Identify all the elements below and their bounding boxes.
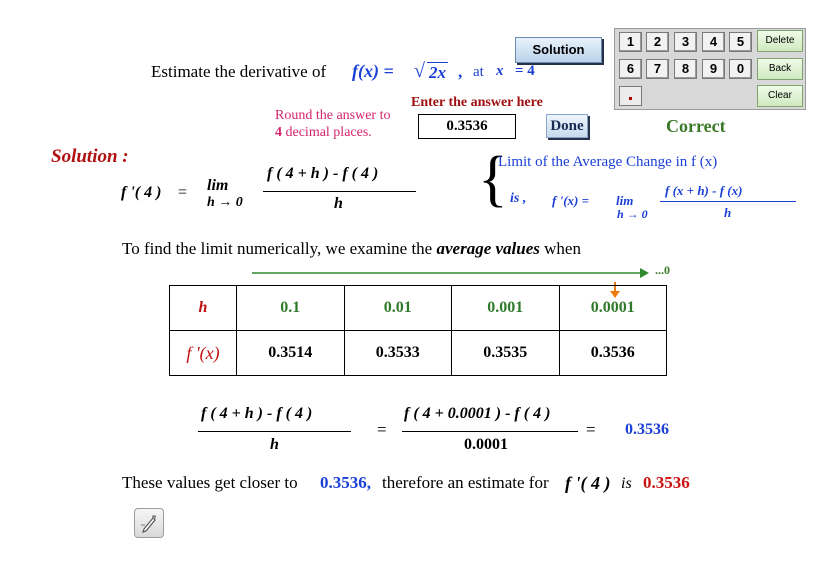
table-cell: 0.01 bbox=[343, 285, 452, 331]
note-fraction-bar bbox=[660, 201, 796, 202]
key-7[interactable]: 7 bbox=[646, 59, 669, 79]
result-status: Correct bbox=[666, 116, 726, 136]
round-instruction-line1: Round the answer to bbox=[275, 108, 391, 123]
table-cell: 0.3535 bbox=[451, 330, 560, 376]
question-prefix: Estimate the derivative of bbox=[151, 62, 327, 81]
question-at: at bbox=[473, 64, 484, 80]
explain-emphasis: average values bbox=[436, 239, 540, 258]
eq-equals-1: = bbox=[377, 420, 387, 439]
h-to-zero: h → 0 bbox=[207, 195, 243, 210]
values-table: h 0.1 0.01 0.001 0.0001 f '(x) 0.3514 0.… bbox=[169, 285, 667, 376]
eq-mid-numerator: f ( 4 + 0.0001 ) - f ( 4 ) bbox=[404, 405, 551, 422]
table-cell: 0.001 bbox=[451, 285, 560, 331]
def-equals: = bbox=[178, 184, 188, 201]
round-instruction-line2: 4 decimal places. bbox=[275, 125, 372, 141]
table-cell: 0.3533 bbox=[343, 330, 452, 376]
back-button[interactable]: Back bbox=[757, 58, 803, 80]
table-header-fprime: f '(x) bbox=[169, 330, 237, 376]
solution-heading: Solution : bbox=[51, 146, 129, 167]
question-x: x bbox=[496, 63, 504, 79]
key-8[interactable]: 8 bbox=[674, 59, 697, 79]
table-cell: 0.0001 bbox=[558, 285, 667, 331]
note-denominator: h bbox=[724, 205, 732, 220]
table-cell: 0.3536 bbox=[558, 330, 667, 376]
key-decimal-point[interactable] bbox=[619, 86, 642, 106]
key-0[interactable]: 0 bbox=[729, 59, 752, 79]
key-9[interactable]: 9 bbox=[702, 59, 725, 79]
key-3[interactable]: 3 bbox=[674, 32, 697, 52]
def-numerator: f ( 4 + h ) - f ( 4 ) bbox=[267, 165, 379, 182]
conclusion-fprime: f '( 4 ) bbox=[565, 473, 611, 493]
arrow-right-icon bbox=[252, 268, 649, 278]
note-is: is , bbox=[510, 191, 527, 206]
explain-part-c: when bbox=[544, 239, 581, 258]
table-row: h 0.1 0.01 0.001 0.0001 bbox=[169, 285, 667, 331]
question-comma: , bbox=[458, 62, 463, 81]
conclusion-b: therefore an estimate for bbox=[382, 473, 549, 492]
conclusion-answer: 0.3536 bbox=[643, 473, 690, 492]
answer-input[interactable]: 0.3536 bbox=[418, 114, 516, 139]
explain-text: To find the limit numerically, we examin… bbox=[122, 239, 581, 259]
table-header-h: h bbox=[169, 285, 237, 331]
table-row: f '(x) 0.3514 0.3533 0.3535 0.3536 bbox=[169, 330, 667, 376]
eq-mid-bar bbox=[402, 431, 578, 432]
arrow-label: ...0 bbox=[655, 263, 670, 277]
def-fraction-bar bbox=[263, 191, 416, 192]
note-numerator: f (x + h) - f (x) bbox=[665, 183, 743, 198]
round-text: decimal places. bbox=[285, 125, 372, 140]
def-denominator: h bbox=[334, 195, 343, 212]
eq-left-denominator: h bbox=[270, 436, 279, 453]
edit-pencil-icon[interactable] bbox=[134, 508, 164, 538]
eq-equals-2: = bbox=[586, 420, 596, 439]
key-5[interactable]: 5 bbox=[729, 32, 752, 52]
question-function: f(x) = bbox=[352, 61, 394, 81]
sqrt-argument: 2x bbox=[427, 62, 448, 82]
table-cell: 0.1 bbox=[236, 285, 345, 331]
explain-part-a: To find the limit numerically, we examin… bbox=[122, 239, 433, 258]
note-h-to-zero: h → 0 bbox=[617, 207, 648, 221]
note-fprime-x: f '(x) = bbox=[552, 193, 590, 208]
sqrt-sign: √ bbox=[414, 60, 425, 82]
table-cell: 0.3514 bbox=[236, 330, 345, 376]
eq-left-bar bbox=[198, 431, 351, 432]
eq-left-numerator: f ( 4 + h ) - f ( 4 ) bbox=[201, 405, 313, 422]
edit-pencil-icon-glyph bbox=[141, 515, 156, 533]
done-button[interactable]: Done bbox=[546, 114, 588, 138]
key-4[interactable]: 4 bbox=[702, 32, 725, 52]
question-x-value: = 4 bbox=[515, 63, 535, 79]
keypad: 1 2 3 4 5 6 7 8 9 0 Delete Back Clear bbox=[614, 28, 806, 110]
key-6[interactable]: 6 bbox=[619, 59, 642, 79]
eq-result: 0.3536 bbox=[625, 421, 669, 438]
key-2[interactable]: 2 bbox=[646, 32, 669, 52]
conclusion-value: 0.3536, bbox=[320, 473, 371, 492]
conclusion-a: These values get closer to bbox=[122, 473, 298, 492]
eq-mid-denominator: 0.0001 bbox=[464, 436, 508, 453]
solution-button[interactable]: Solution bbox=[515, 37, 602, 63]
f-prime-4: f '( 4 ) bbox=[121, 184, 162, 201]
delete-button[interactable]: Delete bbox=[757, 30, 803, 52]
conclusion-is: is bbox=[621, 475, 632, 492]
answer-prompt: Enter the answer here bbox=[411, 95, 543, 110]
round-digits: 4 bbox=[275, 125, 282, 140]
clear-button[interactable]: Clear bbox=[757, 85, 803, 107]
lim-label: lim bbox=[207, 177, 229, 194]
key-1[interactable]: 1 bbox=[619, 32, 642, 52]
note-title: Limit of the Average Change in f (x) bbox=[498, 154, 718, 170]
